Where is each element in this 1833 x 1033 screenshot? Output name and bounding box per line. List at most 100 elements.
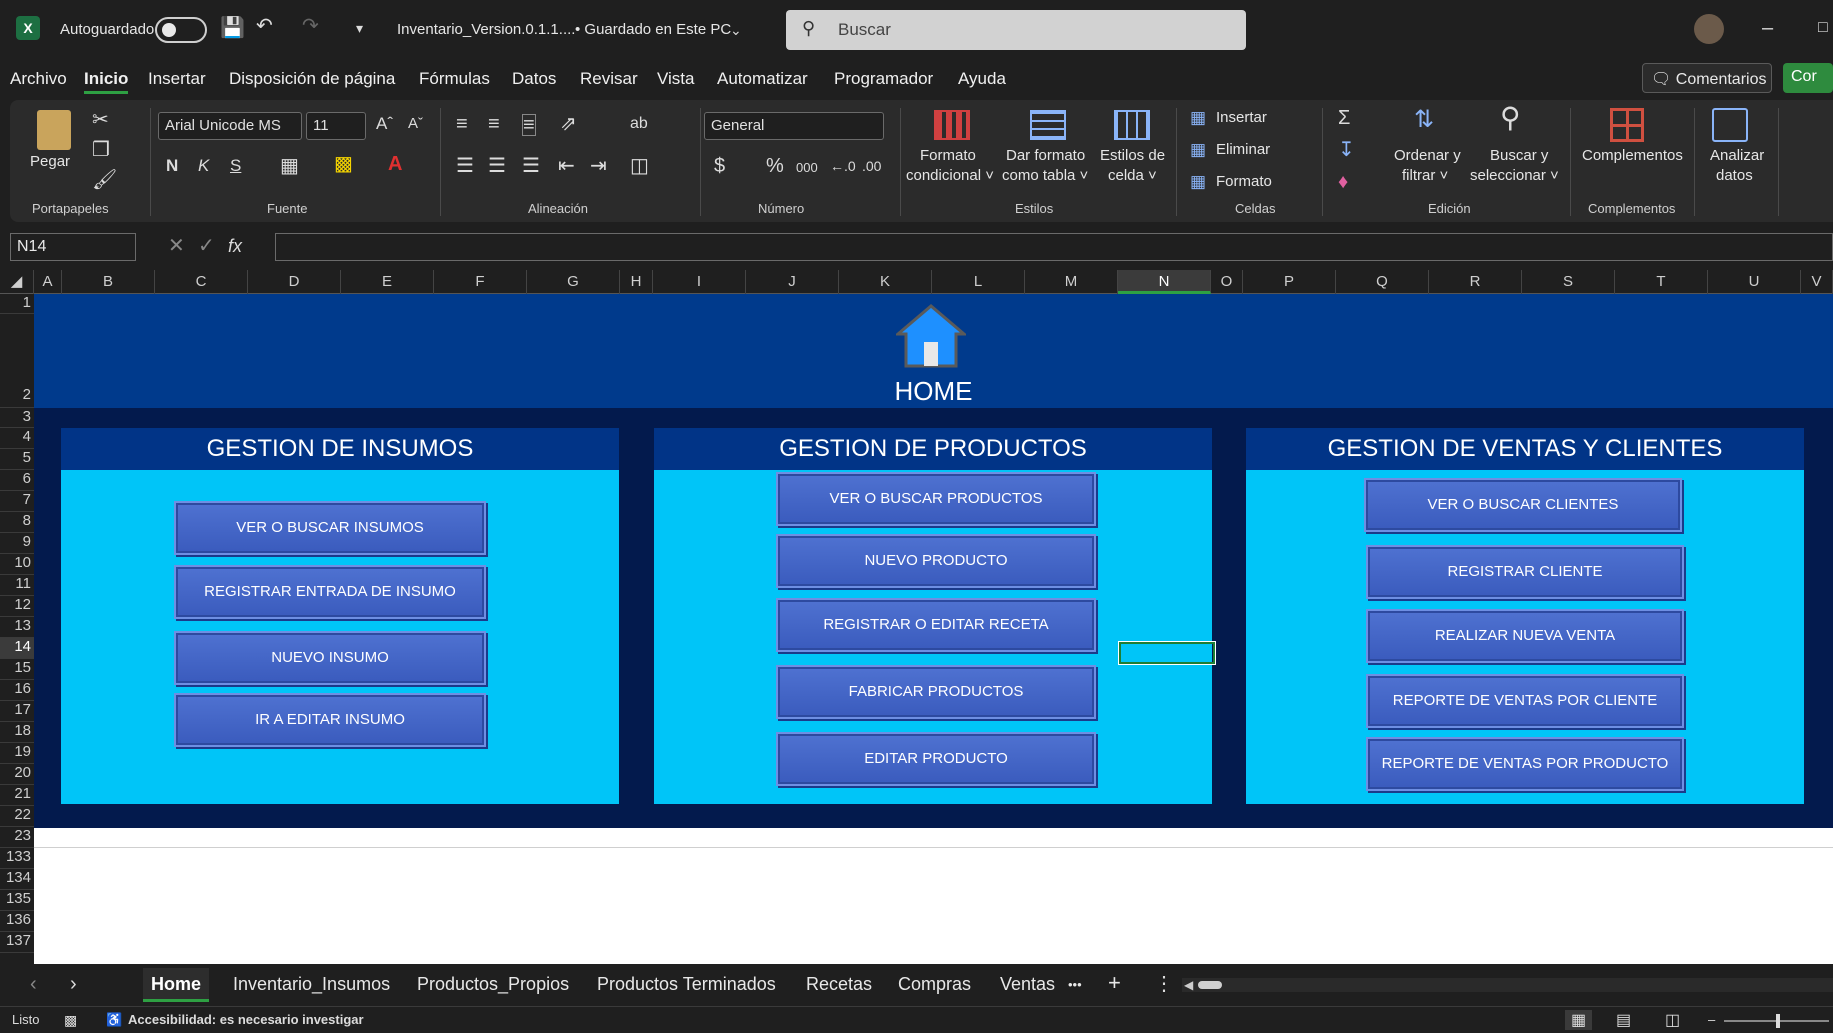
col-header[interactable]: P [1243,270,1336,294]
col-header[interactable]: G [527,270,620,294]
font-name-select[interactable]: Arial Unicode MS [158,112,302,140]
conditional-format-label-2[interactable]: condicional ˅ [906,166,994,186]
format-cells-icon[interactable]: ▦ [1190,172,1206,192]
addins-icon[interactable] [1610,108,1644,142]
decrease-decimal-icon[interactable]: .00 [862,156,881,176]
currency-button[interactable]: $ [714,156,725,176]
save-status[interactable]: • Guardado en Este PC [575,21,731,38]
tab-productos-terminados[interactable]: Productos Terminados [597,974,776,995]
col-header[interactable]: B [62,270,155,294]
increase-decimal-icon[interactable]: ←.0 [830,156,856,176]
menu-automatizar[interactable]: Automatizar [717,69,808,89]
insert-function-button[interactable]: fx [228,236,242,256]
fill-icon[interactable]: ↧ [1338,140,1355,160]
increase-indent-icon[interactable]: ⇥ [590,156,607,176]
menu-datos[interactable]: Datos [512,69,556,89]
nuevo-producto-button[interactable]: NUEVO PRODUCTO [776,534,1096,588]
page-layout-view-icon[interactable]: ▤ [1616,1010,1631,1030]
row-header[interactable]: 22 [0,806,34,827]
editar-producto-button[interactable]: EDITAR PRODUCTO [776,732,1096,786]
row-header[interactable]: 20 [0,764,34,785]
editar-insumo-button[interactable]: IR A EDITAR INSUMO [174,693,486,747]
row-header[interactable]: 133 [0,848,34,869]
zoom-slider-thumb[interactable] [1776,1014,1780,1028]
row-header-selected[interactable]: 14 [0,638,34,659]
ver-buscar-productos-button[interactable]: VER O BUSCAR PRODUCTOS [776,472,1096,526]
menu-insertar[interactable]: Insertar [148,69,206,89]
copy-icon[interactable]: ❐ [92,140,110,160]
paste-label[interactable]: Pegar [30,152,70,172]
find-select-label-1[interactable]: Buscar y [1490,146,1548,166]
col-header[interactable]: K [839,270,932,294]
insert-cells-label[interactable]: Insertar [1216,108,1267,128]
paste-icon[interactable] [37,110,71,150]
menu-vista[interactable]: Vista [657,69,695,89]
menu-formulas[interactable]: Fórmulas [419,69,490,89]
merge-center-icon[interactable]: ◫ [630,156,649,176]
col-header[interactable]: R [1429,270,1522,294]
macro-record-icon[interactable]: ▩ [64,1012,77,1029]
formula-input[interactable] [275,233,1833,261]
font-color-icon[interactable]: A [388,154,402,174]
analyze-data-label-1[interactable]: Analizar [1710,146,1764,166]
align-right-icon[interactable]: ☰ [522,156,540,176]
tab-inventario-insumos[interactable]: Inventario_Insumos [233,974,390,995]
row-header[interactable]: 12 [0,596,34,617]
fill-color-icon[interactable]: ▩ [334,154,353,174]
scrollbar-thumb[interactable] [1198,981,1222,989]
save-icon[interactable]: 💾 [220,18,245,38]
zoom-slider[interactable] [1724,1014,1829,1028]
row-header[interactable]: 4 [0,428,34,449]
name-box[interactable]: N14 [10,233,136,261]
cell-styles-label-2[interactable]: celda ˅ [1108,166,1157,186]
menu-archivo[interactable]: Archivo [10,69,67,89]
addins-label[interactable]: Complementos [1582,146,1683,166]
comments-button[interactable]: 🗨 Comentarios [1642,63,1772,93]
menu-revisar[interactable]: Revisar [580,69,638,89]
row-header[interactable]: 16 [0,680,34,701]
tab-recetas[interactable]: Recetas [806,974,872,995]
ver-buscar-insumos-button[interactable]: VER O BUSCAR INSUMOS [174,501,486,555]
col-header[interactable]: I [653,270,746,294]
avatar[interactable] [1694,14,1724,44]
find-select-icon[interactable]: ⚲ [1500,104,1521,132]
cell-styles-icon[interactable] [1114,110,1150,140]
minimize-icon[interactable]: – [1762,18,1773,38]
reporte-ventas-producto-button[interactable]: REPORTE DE VENTAS POR PRODUCTO [1366,737,1684,791]
accessibility-icon[interactable]: ♿ [106,1012,122,1028]
restore-icon[interactable]: □ [1818,18,1828,38]
col-header[interactable]: L [932,270,1025,294]
sort-filter-label-2[interactable]: filtrar ˅ [1402,166,1448,186]
autosave-toggle[interactable] [155,17,207,43]
row-header[interactable]: 15 [0,659,34,680]
percent-button[interactable]: % [766,156,784,176]
row-header[interactable]: 17 [0,701,34,722]
row-header[interactable]: 8 [0,512,34,533]
delete-cells-icon[interactable]: ▦ [1190,140,1206,160]
row-header[interactable]: 11 [0,575,34,596]
customize-toolbar-icon[interactable]: ▾ [356,18,363,38]
scroll-tabs-left-icon[interactable]: ‹ [30,974,37,994]
orientation-icon[interactable]: ⇗ [560,114,577,134]
analyze-data-label-2[interactable]: datos [1716,166,1753,186]
ver-buscar-clientes-button[interactable]: VER O BUSCAR CLIENTES [1364,478,1682,532]
more-tabs-button[interactable]: ••• [1068,977,1082,992]
bold-button[interactable]: N [166,156,178,176]
row-header[interactable]: 6 [0,470,34,491]
conditional-format-icon[interactable] [934,110,970,140]
col-header[interactable]: H [620,270,653,294]
col-header[interactable]: D [248,270,341,294]
format-painter-icon[interactable]: 🖌 [92,170,117,190]
col-header[interactable]: M [1025,270,1118,294]
chevron-down-icon[interactable]: ⌄ [730,20,742,40]
tab-home[interactable]: Home [143,968,210,1002]
row-header[interactable]: 21 [0,785,34,806]
row-header[interactable]: 9 [0,533,34,554]
sort-filter-icon[interactable]: ⇅ [1414,108,1434,132]
confirm-icon[interactable]: ✓ [198,236,215,256]
col-header[interactable]: O [1211,270,1243,294]
sort-filter-label-1[interactable]: Ordenar y [1394,146,1461,166]
tab-ventas[interactable]: Ventas [1000,974,1055,995]
menu-inicio[interactable]: Inicio [84,69,129,94]
delete-cells-label[interactable]: Eliminar [1216,140,1270,160]
